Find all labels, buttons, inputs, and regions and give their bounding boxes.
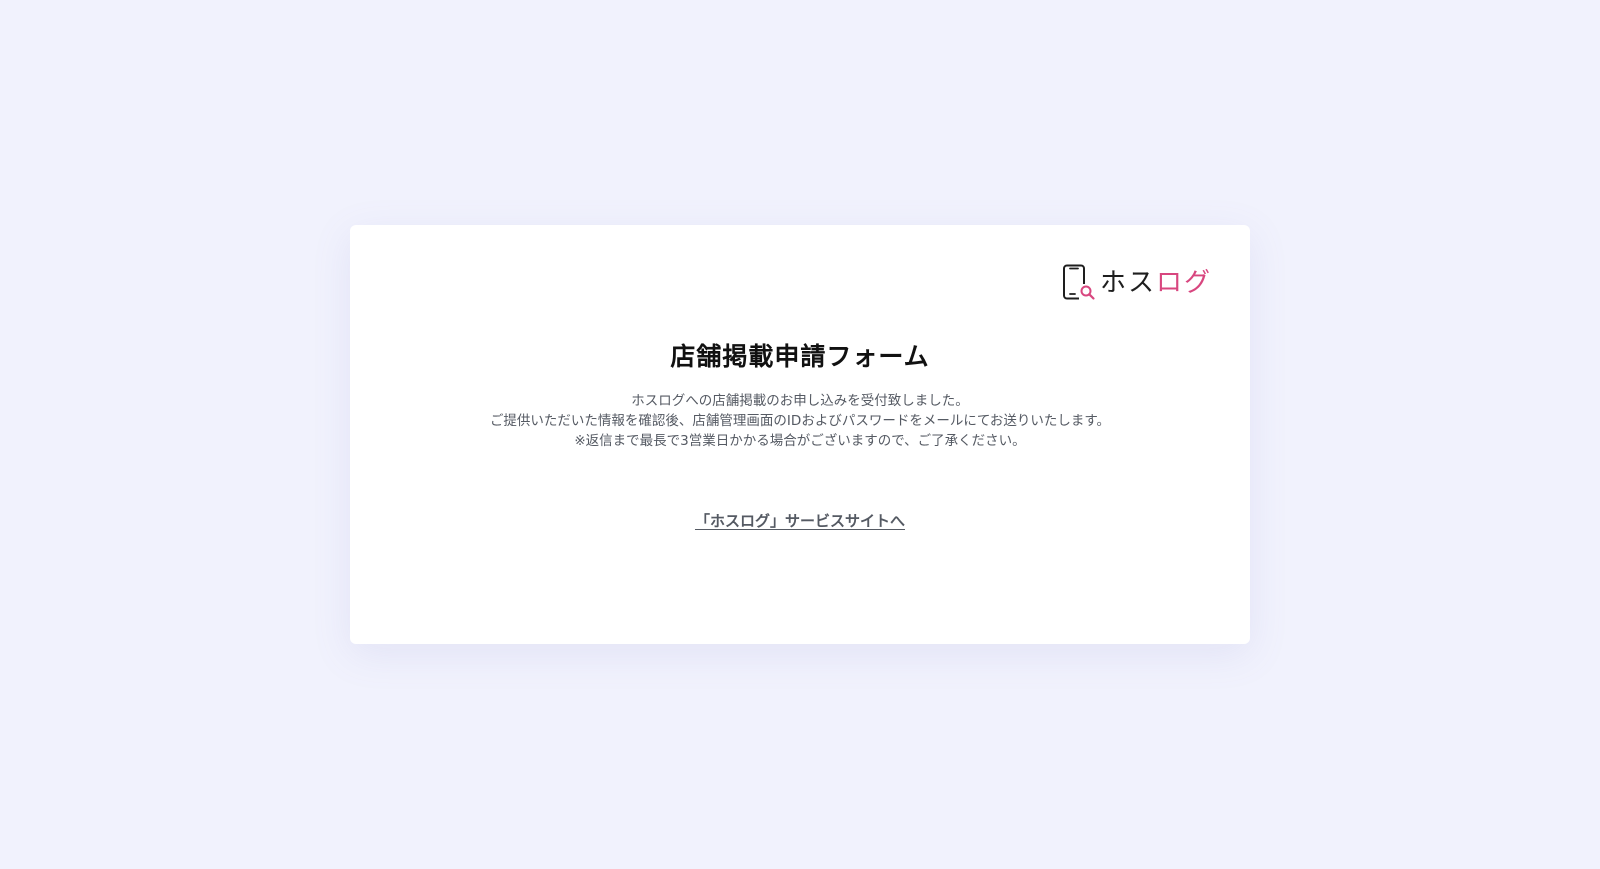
confirmation-card: ホス ログ 店舗掲載申請フォーム ホスログへの店舗掲載のお申し込みを受付致しました… bbox=[350, 225, 1250, 644]
logo-text-dark: ホス bbox=[1099, 268, 1156, 298]
logo-wordmark: ホス ログ bbox=[1100, 264, 1212, 302]
message-line: ご提供いただいた情報を確認後、店舗管理画面のIDおよびパスワードをメールにてお送… bbox=[489, 413, 1111, 429]
service-link-wrapper: 「ホスログ」サービスサイトへ bbox=[350, 510, 1250, 531]
message-line: ※返信まで最長で3営業日かかる場合がございますので、ご了承ください。 bbox=[574, 433, 1026, 449]
confirmation-message: ホスログへの店舗掲載のお申し込みを受付致しました。 ご提供いただいた情報を確認後… bbox=[350, 391, 1250, 451]
phone-search-icon bbox=[1062, 264, 1096, 302]
service-site-link[interactable]: 「ホスログ」サービスサイトへ bbox=[695, 512, 905, 530]
page-title: 店舗掲載申請フォーム bbox=[670, 342, 930, 371]
logo-text-pink: ログ bbox=[1155, 268, 1212, 298]
message-line: ホスログへの店舗掲載のお申し込みを受付致しました。 bbox=[631, 393, 969, 409]
hoslog-logo[interactable]: ホス ログ bbox=[1062, 264, 1212, 302]
